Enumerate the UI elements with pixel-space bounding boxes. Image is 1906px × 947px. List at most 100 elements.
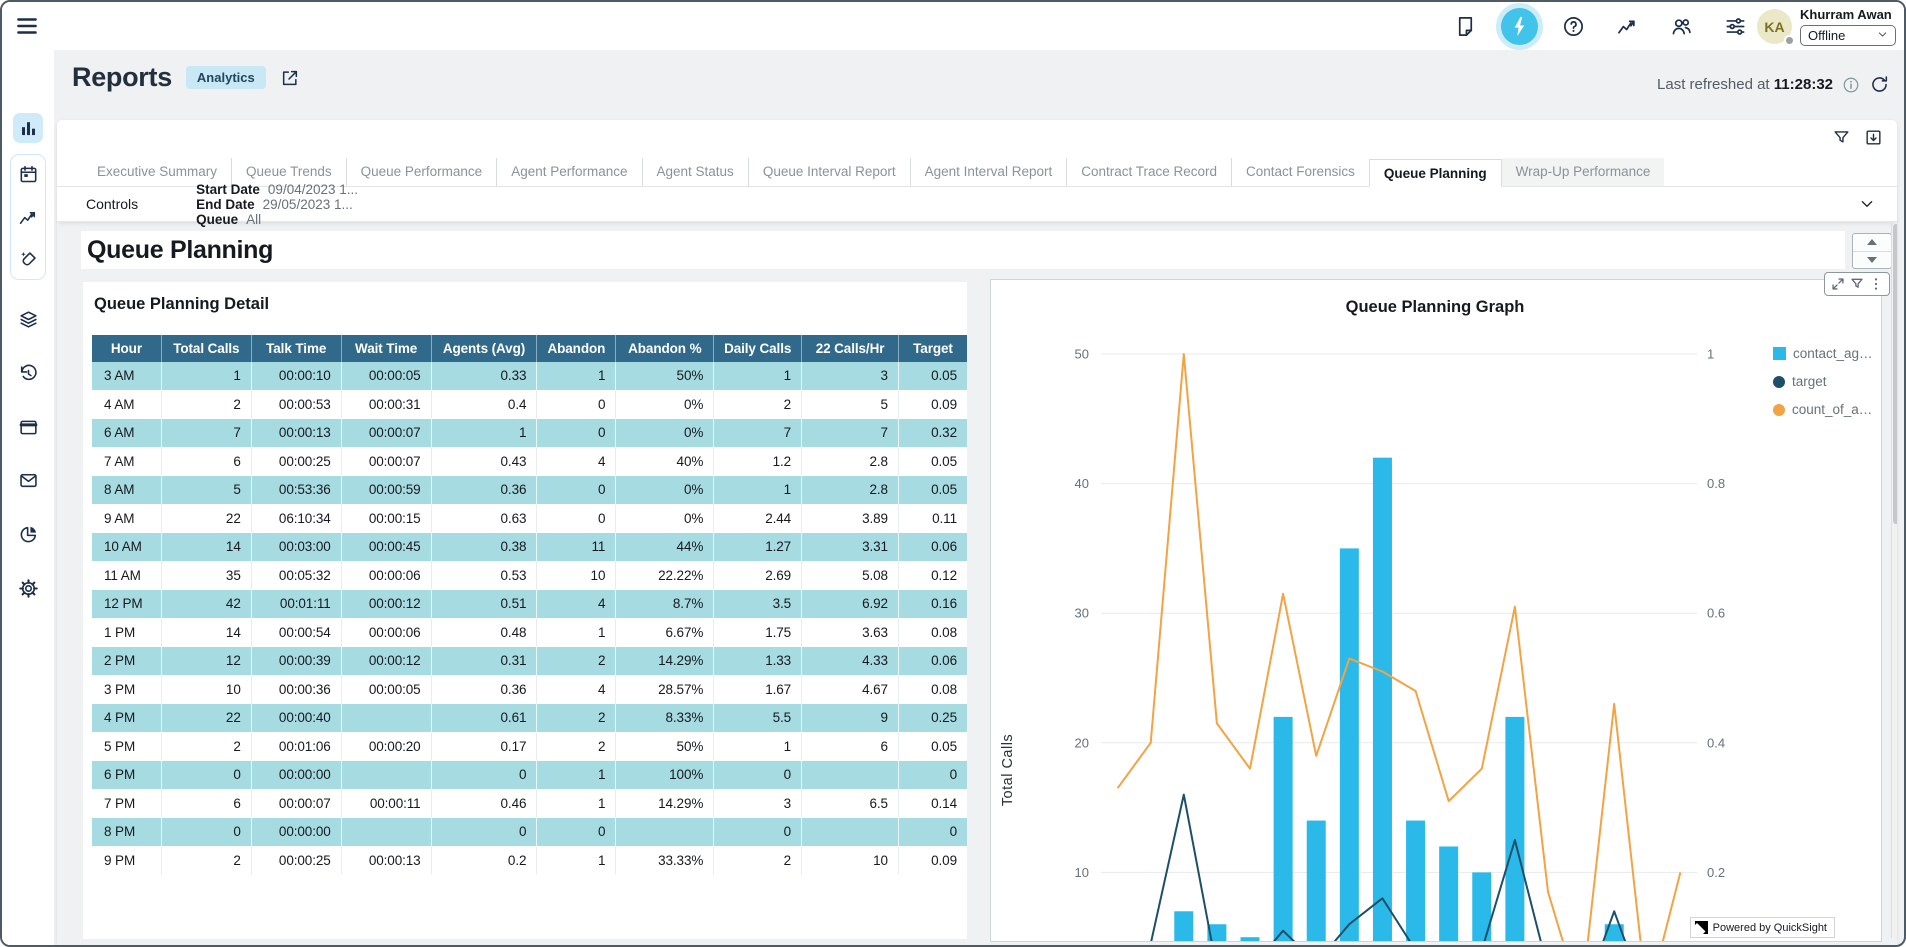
table-cell: 0 xyxy=(162,818,252,847)
notes-icon[interactable] xyxy=(1447,8,1484,45)
tab-contract-trace-record[interactable]: Contract Trace Record xyxy=(1066,158,1231,186)
spinner-up-icon[interactable] xyxy=(1853,234,1891,252)
tab-queue-interval-report[interactable]: Queue Interval Report xyxy=(748,158,910,186)
metrics-icon[interactable] xyxy=(1609,8,1646,45)
table-header-row: HourTotal CallsTalk TimeWait TimeAgents … xyxy=(92,335,967,362)
table-cell: 7 AM xyxy=(92,448,162,477)
queue-planning-table: HourTotal CallsTalk TimeWait TimeAgents … xyxy=(92,335,967,875)
info-icon[interactable] xyxy=(1842,76,1860,94)
table-cell: 9 PM xyxy=(92,847,162,876)
column-header[interactable]: Total Calls xyxy=(162,335,252,362)
scrollbar-thumb[interactable] xyxy=(1893,224,1897,524)
table-cell: 0 xyxy=(714,818,802,847)
refresh-icon[interactable] xyxy=(1869,74,1890,95)
sidebar-item-browser-window[interactable] xyxy=(13,412,43,442)
tab-agent-performance[interactable]: Agent Performance xyxy=(496,158,641,186)
legend-label: target xyxy=(1792,374,1827,389)
sidebar-item-gear[interactable] xyxy=(13,573,43,603)
tab-contact-forensics[interactable]: Contact Forensics xyxy=(1231,158,1369,186)
filter-icon[interactable] xyxy=(1832,128,1851,152)
table-row: 3 PM1000:00:3600:00:050.36428.57%1.674.6… xyxy=(92,676,967,705)
table-cell: 00:00:40 xyxy=(252,704,342,733)
sidebar-item-layers[interactable] xyxy=(13,304,43,334)
sliders-icon[interactable] xyxy=(1717,8,1754,45)
last-refreshed-text: Last refreshed at 11:28:32 xyxy=(1657,76,1833,93)
table-cell: 11 xyxy=(537,533,616,562)
column-header[interactable]: Daily Calls xyxy=(714,335,802,362)
table-cell: 00:00:12 xyxy=(342,647,432,676)
sidebar-item-bar-chart[interactable] xyxy=(13,113,43,143)
last-refreshed-time: 11:28:32 xyxy=(1774,76,1833,93)
filter-funnel-icon[interactable] xyxy=(1849,276,1865,292)
table-cell: 22 xyxy=(162,505,252,534)
column-header[interactable]: Abandon xyxy=(537,335,616,362)
sidebar-item-mail[interactable] xyxy=(13,465,43,495)
sidebar-item-line-chart[interactable] xyxy=(13,202,43,232)
table-cell: 00:00:05 xyxy=(342,362,432,391)
tab-queue-planning[interactable]: Queue Planning xyxy=(1369,159,1502,187)
control-value[interactable]: All xyxy=(246,212,261,227)
column-header[interactable]: 22 Calls/Hr xyxy=(802,335,899,362)
table-cell: 0% xyxy=(616,476,714,505)
table-cell: 8.7% xyxy=(616,590,714,619)
external-link-icon[interactable] xyxy=(280,68,300,88)
sidebar-item-calendar[interactable] xyxy=(13,159,43,189)
control-end-date[interactable]: End Date 29/05/2023 1... xyxy=(196,197,358,212)
legend-item-count_of_a[interactable]: count_of_a… xyxy=(1773,402,1873,417)
column-header[interactable]: Target xyxy=(899,335,967,362)
table-row: 2 PM1200:00:3900:00:120.31214.29%1.334.3… xyxy=(92,647,967,676)
sidebar-item-pie-chart[interactable] xyxy=(13,519,43,549)
tab-wrap-up-performance[interactable]: Wrap-Up Performance xyxy=(1502,158,1665,186)
table-cell: 00:00:53 xyxy=(252,391,342,420)
column-header[interactable]: Abandon % xyxy=(616,335,714,362)
chart-legend: contact_ag…target count_of_a… xyxy=(1773,346,1873,417)
control-queue[interactable]: QueueAll xyxy=(196,212,358,227)
table-cell: 0.05 xyxy=(899,362,967,391)
control-start-date[interactable]: Start Date09/04/2023 1... xyxy=(196,182,358,197)
column-header[interactable]: Hour xyxy=(92,335,162,362)
status-select[interactable]: Offline xyxy=(1800,25,1896,46)
sidebar-item-paintbrush[interactable] xyxy=(13,244,43,274)
expand-icon[interactable] xyxy=(1830,276,1846,292)
legend-item-target[interactable]: target xyxy=(1773,374,1873,389)
control-value[interactable]: 29/05/2023 1... xyxy=(263,197,353,212)
table-cell: 00:00:05 xyxy=(342,676,432,705)
sheet-title: Queue Planning xyxy=(87,236,273,265)
help-icon[interactable] xyxy=(1555,8,1592,45)
spinner-down-icon[interactable] xyxy=(1853,252,1891,269)
chevron-down-icon[interactable] xyxy=(1859,196,1875,212)
table-cell: 10 AM xyxy=(92,533,162,562)
user-name: Khurram Awan xyxy=(1800,7,1896,22)
column-header[interactable]: Wait Time xyxy=(342,335,432,362)
table-row: 1 PM1400:00:5400:00:060.4816.67%1.753.63… xyxy=(92,619,967,648)
page-title: Reports xyxy=(72,62,172,93)
table-cell: 1 xyxy=(537,362,616,391)
users-icon[interactable] xyxy=(1663,8,1700,45)
flash-icon[interactable] xyxy=(1501,8,1538,45)
card-tools xyxy=(1832,128,1883,152)
table-cell: 0.11 xyxy=(899,505,967,534)
table-row: 8 AM500:53:3600:00:590.3600%12.80.05 xyxy=(92,476,967,505)
tab-agent-interval-report[interactable]: Agent Interval Report xyxy=(910,158,1067,186)
table-cell: 00:00:54 xyxy=(252,619,342,648)
table-cell: 50% xyxy=(616,733,714,762)
menu-icon[interactable] xyxy=(14,13,40,39)
legend-item-contact_ag[interactable]: contact_ag… xyxy=(1773,346,1873,361)
control-label: End Date xyxy=(196,197,255,212)
column-header[interactable]: Talk Time xyxy=(252,335,342,362)
table-cell: 0.14 xyxy=(899,790,967,819)
table-cell: 00:00:15 xyxy=(342,505,432,534)
table-cell: 0.51 xyxy=(432,590,538,619)
svg-text:0.2: 0.2 xyxy=(1707,865,1725,880)
control-value[interactable]: 09/04/2023 1... xyxy=(268,182,358,197)
table-cell: 0.12 xyxy=(899,562,967,591)
table-cell: 0.08 xyxy=(899,619,967,648)
tab-agent-status[interactable]: Agent Status xyxy=(642,158,748,186)
download-icon[interactable] xyxy=(1864,128,1883,152)
kebab-menu-icon[interactable] xyxy=(1868,276,1884,292)
sidebar-item-history[interactable] xyxy=(13,358,43,388)
column-header[interactable]: Agents (Avg) xyxy=(432,335,538,362)
avatar[interactable]: KA xyxy=(1757,9,1792,44)
table-cell: 0.46 xyxy=(432,790,538,819)
table-cell: 00:00:00 xyxy=(252,761,342,790)
